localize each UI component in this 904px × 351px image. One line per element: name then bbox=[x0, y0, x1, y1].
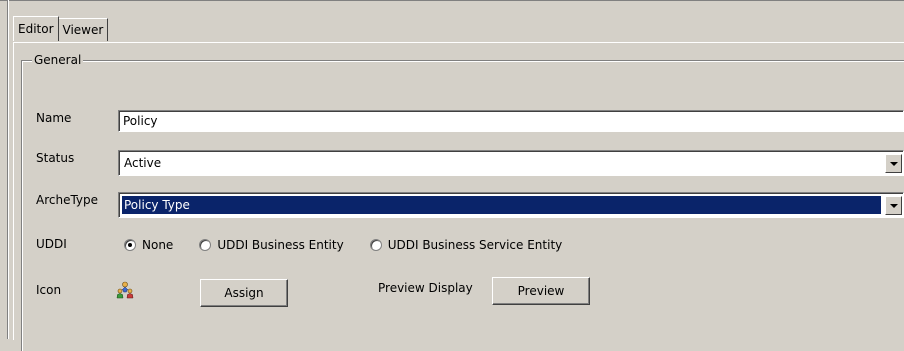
radio-button-selected[interactable] bbox=[124, 239, 136, 251]
name-label: Name bbox=[36, 111, 72, 125]
tab-editor[interactable]: Editor bbox=[13, 16, 59, 41]
radio-button[interactable] bbox=[199, 239, 212, 251]
status-label: Status bbox=[36, 151, 75, 165]
tab-viewer[interactable]: Viewer bbox=[58, 18, 109, 41]
tab-strip: Editor Viewer bbox=[13, 16, 109, 42]
status-dropdown-button[interactable] bbox=[885, 154, 902, 173]
people-group-icon bbox=[116, 281, 134, 299]
uddi-option-business-entity-label: UDDI Business Entity bbox=[217, 238, 344, 252]
uddi-radio-group: None UDDI Business Entity UDDI Business … bbox=[124, 238, 588, 252]
archetype-dropdown-button[interactable] bbox=[885, 196, 902, 215]
uddi-option-business-entity[interactable]: UDDI Business Entity bbox=[199, 238, 344, 252]
uddi-option-none-label: None bbox=[142, 238, 174, 252]
archetype-label: ArcheType bbox=[36, 193, 99, 207]
radio-button[interactable] bbox=[369, 239, 382, 251]
assign-button[interactable]: Assign bbox=[200, 279, 288, 307]
preview-display-label: Preview Display bbox=[378, 281, 473, 295]
status-select-value: Active bbox=[124, 156, 162, 170]
uddi-option-none[interactable]: None bbox=[124, 238, 173, 252]
window-left-highlight bbox=[8, 0, 9, 339]
uddi-option-business-service-entity-label: UDDI Business Service Entity bbox=[387, 238, 563, 252]
chevron-down-icon bbox=[889, 203, 898, 208]
status-select[interactable]: Active bbox=[118, 150, 904, 176]
preview-button[interactable]: Preview bbox=[492, 277, 590, 305]
name-field[interactable]: Policy bbox=[118, 110, 904, 132]
icon-label: Icon bbox=[36, 283, 62, 297]
general-group-title: General bbox=[32, 52, 84, 68]
uddi-label: UDDI bbox=[36, 237, 67, 251]
archetype-select-value: Policy Type bbox=[122, 196, 881, 214]
archetype-select[interactable]: Policy Type bbox=[118, 192, 904, 218]
uddi-option-business-service-entity[interactable]: UDDI Business Service Entity bbox=[369, 238, 563, 252]
chevron-down-icon bbox=[889, 161, 898, 166]
window-top-border bbox=[0, 0, 904, 1]
